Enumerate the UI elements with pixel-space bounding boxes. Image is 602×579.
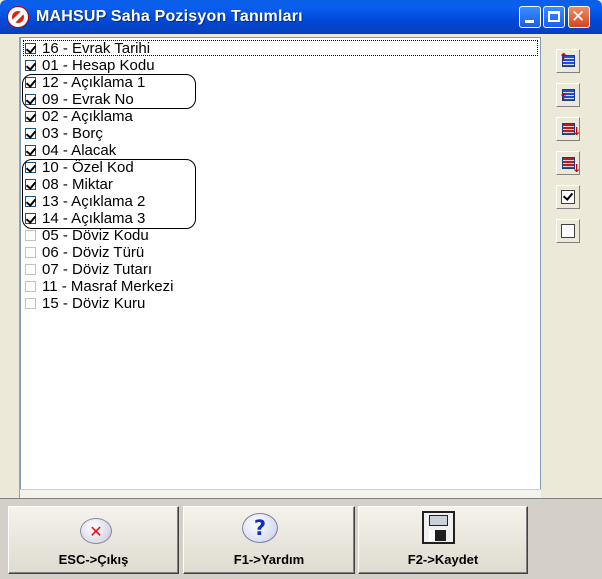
arrow-down-icon: ↓ <box>572 125 582 138</box>
exit-button[interactable]: ✕ ESC->Çıkış <box>8 506 179 574</box>
save-disk-icon <box>422 511 455 544</box>
footer-bar: ✕ ESC->Çıkış ? F1->Yardım F2->Kaydet <box>0 498 602 579</box>
maximize-button[interactable] <box>543 6 565 28</box>
arrow-up-icon: ↑ <box>559 51 569 64</box>
annotation-group-outline <box>22 159 196 229</box>
help-button-label: F1->Yardım <box>233 552 305 567</box>
list-item[interactable]: 16 - Evrak Tarihi <box>25 40 150 57</box>
horizontal-scrollbar[interactable] <box>20 489 541 498</box>
list-item[interactable]: 04 - Alacak <box>25 142 116 159</box>
checkbox[interactable] <box>25 43 36 54</box>
arrow-up-icon: ↑ <box>559 91 569 104</box>
close-button[interactable]: ✕ <box>568 6 590 28</box>
list-item-label: 16 - Evrak Tarihi <box>42 40 151 57</box>
list-item-label: 03 - Borç <box>42 125 103 142</box>
list-item[interactable]: 06 - Döviz Türü <box>25 244 144 261</box>
side-toolbar: ↑ ↑ ↓ ↓ <box>541 37 602 498</box>
window-title: MAHSUP Saha Pozisyon Tanımları <box>36 8 303 25</box>
list-item-label: 05 - Döviz Kodu <box>42 227 149 244</box>
move-bottom-button[interactable]: ↓ <box>556 151 582 175</box>
exit-button-label: ESC->Çıkış <box>58 552 129 567</box>
list-item-label: 06 - Döviz Türü <box>42 244 145 261</box>
uncheck-all-button[interactable] <box>556 219 580 243</box>
checkbox[interactable] <box>25 60 36 71</box>
title-bar[interactable]: MAHSUP Saha Pozisyon Tanımları ✕ <box>0 0 602 34</box>
checkbox[interactable] <box>25 111 36 122</box>
annotation-group-outline <box>22 74 196 109</box>
move-down-button[interactable]: ↓ <box>556 117 582 141</box>
check-all-button[interactable] <box>556 185 580 209</box>
help-button[interactable]: ? F1->Yardım <box>183 506 355 574</box>
checkbox[interactable] <box>25 281 36 292</box>
window: MAHSUP Saha Pozisyon Tanımları ✕ 16 - Ev… <box>0 0 602 579</box>
save-button-label: F2->Kaydet <box>407 552 479 567</box>
list-item[interactable]: 11 - Masraf Merkezi <box>25 278 173 295</box>
checkbox[interactable] <box>25 247 36 258</box>
list-item[interactable]: 15 - Döviz Kuru <box>25 295 145 312</box>
list-item-label: 07 - Döviz Tutarı <box>42 261 153 278</box>
list-item[interactable]: 07 - Döviz Tutarı <box>25 261 152 278</box>
checkbox[interactable] <box>25 145 36 156</box>
list-item[interactable]: 05 - Döviz Kodu <box>25 227 149 244</box>
help-icon: ? <box>242 513 278 543</box>
list-item[interactable]: 01 - Hesap Kodu <box>25 57 155 74</box>
exit-icon: ✕ <box>80 518 112 544</box>
save-button[interactable]: F2->Kaydet <box>358 506 528 574</box>
uncheck-all-icon <box>561 224 575 238</box>
move-top-button[interactable]: ↑ <box>556 49 580 73</box>
checkbox[interactable] <box>25 264 36 275</box>
close-icon: ✕ <box>571 7 586 27</box>
field-checklist[interactable]: 16 - Evrak Tarihi 01 - Hesap Kodu 12 - A… <box>20 37 541 498</box>
list-item[interactable]: 03 - Borç <box>25 125 103 142</box>
checkbox[interactable] <box>25 298 36 309</box>
list-item-label: 15 - Döviz Kuru <box>42 295 146 312</box>
left-strip <box>0 37 20 498</box>
list-item-label: 01 - Hesap Kodu <box>42 57 155 74</box>
list-item-label: 04 - Alacak <box>42 142 117 159</box>
checkbox[interactable] <box>25 230 36 241</box>
list-item-label: 11 - Masraf Merkezi <box>42 278 174 295</box>
maximize-icon <box>548 11 560 22</box>
list-item[interactable]: 02 - Açıklama <box>25 108 133 125</box>
minimize-button[interactable] <box>519 6 541 28</box>
checkbox[interactable] <box>25 128 36 139</box>
list-item-label: 02 - Açıklama <box>42 108 133 125</box>
arrow-down-icon: ↓ <box>572 162 582 175</box>
move-up-button[interactable]: ↑ <box>556 83 580 107</box>
app-logo-icon <box>8 7 28 27</box>
check-all-icon <box>561 190 575 204</box>
minimize-icon <box>525 20 534 23</box>
